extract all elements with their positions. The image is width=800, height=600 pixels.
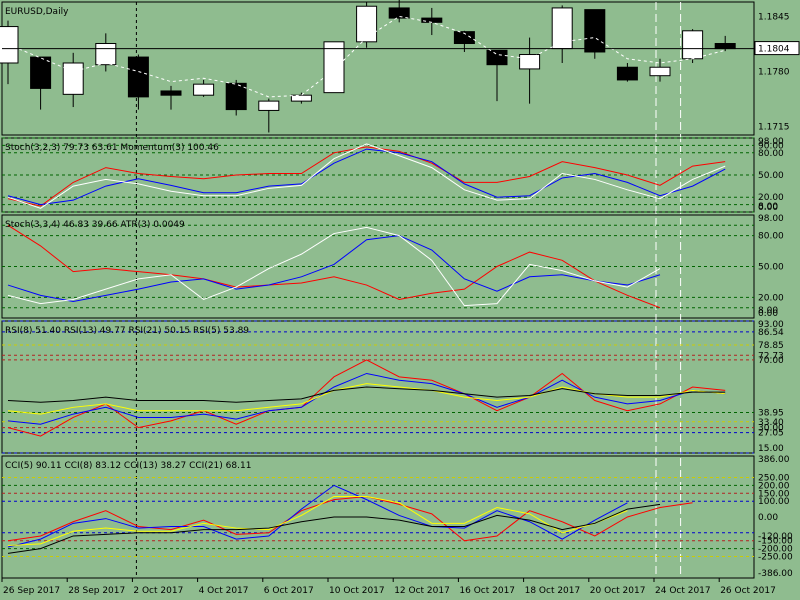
price-axis-tick: 1.1780 [758, 67, 790, 77]
candle[interactable] [714, 43, 736, 50]
indicator-series-black [7, 386, 726, 403]
indicator-axis-tick: 80.00 [758, 149, 784, 159]
candle[interactable] [388, 7, 410, 19]
date-label: 16 Oct 2017 [459, 586, 515, 596]
candle[interactable] [225, 82, 247, 111]
candle[interactable] [160, 90, 182, 96]
indicator-axis-tick: 80.00 [758, 232, 784, 242]
candle[interactable] [551, 7, 573, 50]
indicator-axis-tick: 98.00 [758, 214, 784, 224]
indicator-series-white [7, 143, 726, 209]
indicator-label: Stoch(3,3,4) 46.83 39.66 ATR(3) 0.0049 [5, 220, 185, 230]
indicator-axis-tick: 20.00 [758, 293, 784, 303]
trading-chart[interactable]: 1.1804 EURUSD,Daily 1.1845 1.1780 1.1715 Stoc… [0, 0, 800, 600]
candle[interactable] [421, 17, 443, 23]
pane-frame-3 [1, 320, 755, 454]
date-label: 24 Oct 2017 [655, 586, 711, 596]
candle[interactable] [616, 66, 638, 81]
pane-frame-0 [1, 1, 755, 136]
candle[interactable] [62, 62, 84, 95]
indicator-series-red [7, 146, 726, 207]
date-label: 6 Oct 2017 [264, 586, 314, 596]
indicator-axis-tick: 70.00 [758, 356, 784, 366]
indicator-axis-tick: 0.00 [758, 513, 778, 523]
indicator-axis-tick: 78.85 [758, 341, 784, 351]
candle[interactable] [30, 56, 52, 89]
candle[interactable] [193, 83, 215, 96]
indicator-axis-tick: 15.00 [758, 444, 784, 454]
indicator-axis-tick: 0.00 [758, 203, 778, 213]
indicator-axis-tick: 386.00 [758, 455, 790, 465]
date-label: 2 Oct 2017 [133, 586, 183, 596]
date-label: 28 Sep 2017 [68, 586, 125, 596]
price-axis-tick: 1.1715 [758, 123, 790, 133]
indicator-axis-tick: 50.00 [758, 171, 784, 181]
candle[interactable] [290, 94, 312, 102]
current-price-label: 1.1804 [758, 45, 790, 55]
candle[interactable] [519, 54, 541, 70]
date-label: 12 Oct 2017 [394, 586, 450, 596]
candle[interactable] [356, 5, 378, 43]
indicator-label: Stoch(3,2,3) 79.73 63.61 Momentum(3) 100… [5, 143, 219, 153]
indicator-axis-tick: 86.54 [758, 328, 784, 338]
symbol-title: EURUSD,Daily [5, 7, 69, 17]
date-label: 26 Oct 2017 [720, 586, 776, 596]
date-label: 10 Oct 2017 [329, 586, 385, 596]
indicator-axis-tick: 0.00 [758, 309, 778, 319]
candle[interactable] [682, 30, 704, 60]
indicator-series-yellow [7, 383, 726, 415]
candle[interactable] [649, 66, 671, 77]
date-label: 20 Oct 2017 [590, 586, 646, 596]
date-label: 18 Oct 2017 [525, 586, 581, 596]
indicator-axis-tick: -250.00 [758, 553, 793, 563]
date-label: 26 Sep 2017 [3, 586, 60, 596]
price-axis-tick: 1.1845 [758, 12, 790, 22]
indicator-series-black [7, 503, 661, 554]
indicator-axis-tick: 100.00 [758, 497, 790, 507]
indicator-label: CCI(5) 90.11 CCI(8) 83.12 CCI(13) 38.27 … [5, 461, 251, 471]
candle[interactable] [127, 56, 149, 98]
indicator-axis-tick: -386.00 [758, 569, 793, 579]
indicator-series-blue [7, 148, 726, 206]
candle[interactable] [95, 43, 117, 66]
candle[interactable] [323, 41, 345, 94]
pane-frame-4 [1, 455, 755, 579]
candle[interactable] [486, 49, 508, 66]
indicator-axis-tick: 27.05 [758, 429, 784, 439]
indicator-series-blue [7, 372, 726, 425]
candle[interactable] [258, 100, 280, 111]
candle[interactable] [584, 9, 606, 53]
indicator-series-yellow [7, 495, 628, 546]
indicator-label: RSI(8) 51.40 RSI(13) 49.77 RSI(21) 50.15… [5, 326, 249, 336]
indicator-axis-tick: 50.00 [758, 263, 784, 273]
date-label: 4 Oct 2017 [199, 586, 249, 596]
